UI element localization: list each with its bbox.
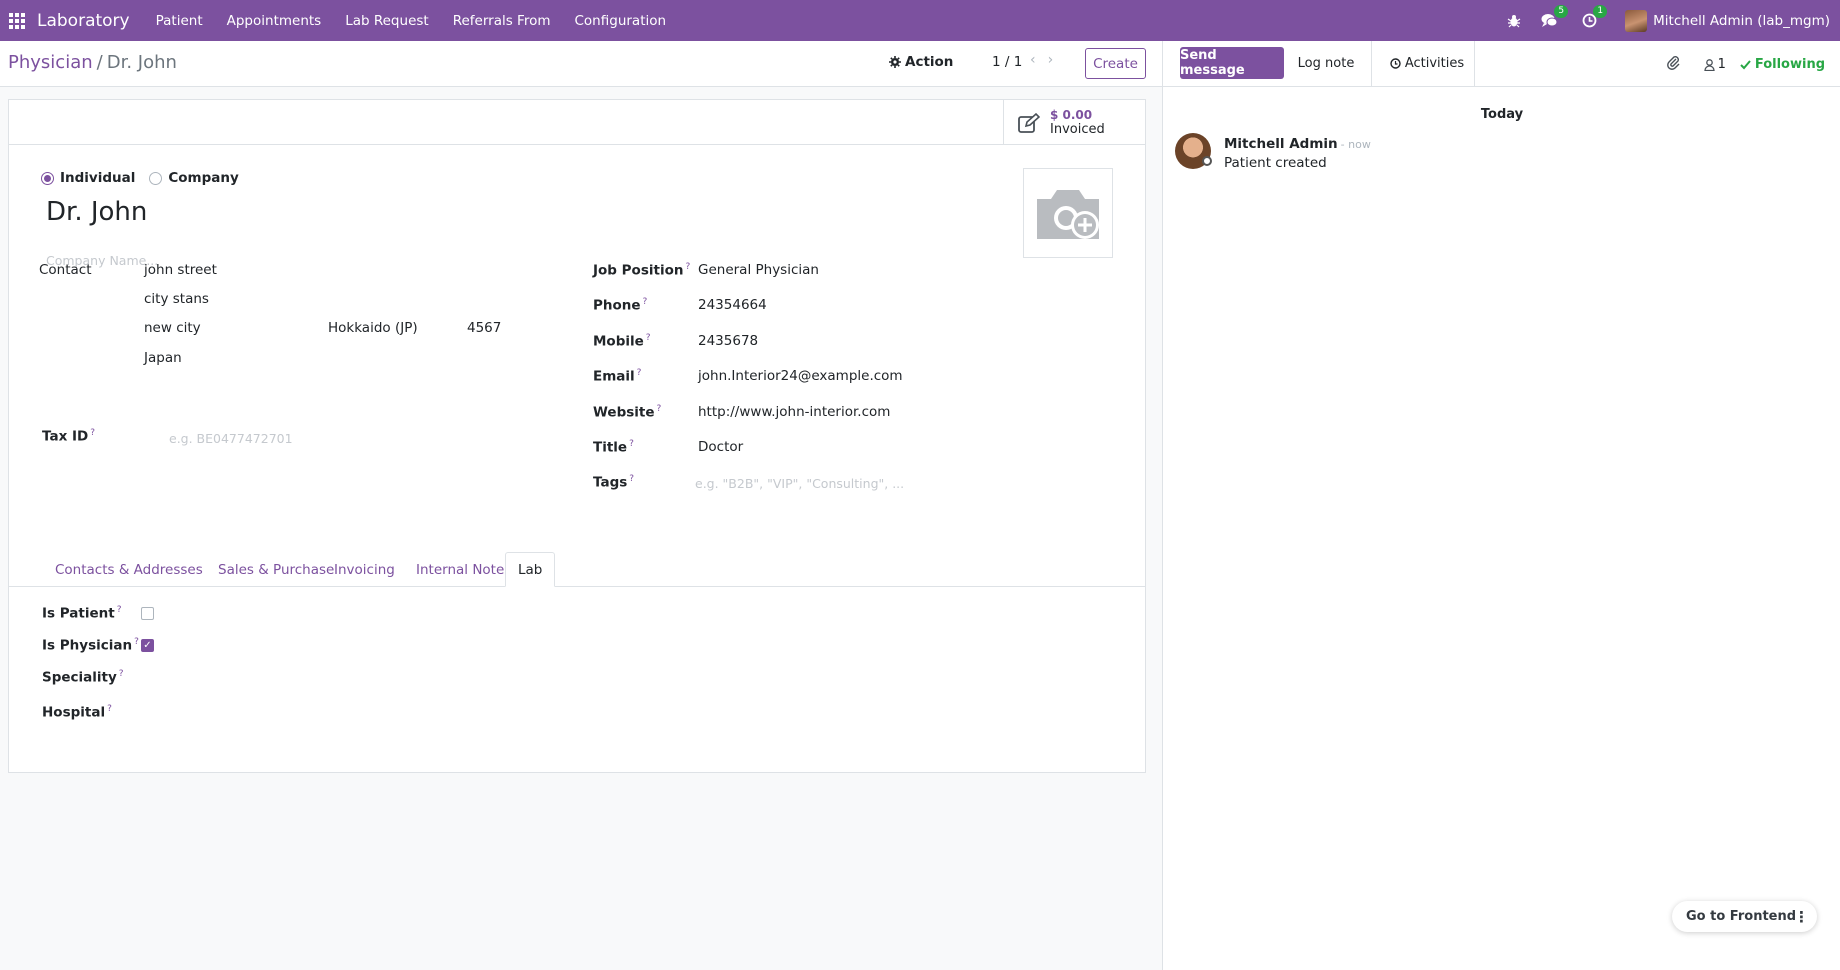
mobile-field[interactable]: 2435678 <box>698 333 758 349</box>
following-button[interactable]: Following <box>1740 57 1825 72</box>
tax-id-label: Tax ID? <box>42 428 95 445</box>
breadcrumb-current: Dr. John <box>106 52 177 73</box>
phone-label: Phone? <box>593 297 648 314</box>
title-label: Title? <box>593 439 634 456</box>
zip-field[interactable]: 4567 <box>467 320 501 336</box>
notebook-tabs: Contacts & Addresses Sales & Purchase In… <box>9 552 1145 587</box>
hospital-label: Hospital? <box>42 704 112 721</box>
check-icon <box>1740 59 1751 69</box>
activities-label: Activities <box>1404 55 1465 71</box>
tab-contacts-addresses[interactable]: Contacts & Addresses <box>43 552 215 587</box>
email-field[interactable]: john.Interior24@example.com <box>698 368 903 384</box>
job-position-label: Job Position? <box>593 262 691 279</box>
menu-patient[interactable]: Patient <box>144 13 215 29</box>
action-label: Action <box>905 54 954 70</box>
menu-lab-request[interactable]: Lab Request <box>333 13 441 29</box>
pager-previous-icon[interactable]: ‹ <box>1030 52 1036 68</box>
tab-lab[interactable]: Lab <box>505 552 556 587</box>
chatter-topbar: Send message Log note Activities 1 Follo… <box>1163 41 1840 87</box>
app-brand[interactable]: Laboratory <box>37 11 130 31</box>
more-options-icon[interactable]: ⋮ <box>1789 904 1814 929</box>
menu-configuration[interactable]: Configuration <box>563 13 679 29</box>
followers-button[interactable]: 1 <box>1703 57 1726 72</box>
activities-button[interactable]: Activities <box>1377 47 1477 79</box>
invoiced-amount: $ 0.00 <box>1050 108 1093 122</box>
messages-badge: 5 <box>1554 5 1569 18</box>
tags-label: Tags? <box>593 474 635 491</box>
presence-indicator-icon <box>1202 156 1212 166</box>
invoiced-stat-button[interactable]: $ 0.00 Invoiced <box>1003 100 1145 145</box>
tags-input[interactable]: e.g. "B2B", "VIP", "Consulting", ... <box>695 476 904 491</box>
clock-icon <box>1390 57 1401 69</box>
image-upload[interactable] <box>1023 168 1113 258</box>
radio-company-label: Company <box>168 170 239 186</box>
mobile-label: Mobile? <box>593 333 651 350</box>
website-label: Website? <box>593 404 662 421</box>
is-patient-label: Is Patient? <box>42 605 122 622</box>
contact-label: Contact <box>39 262 92 278</box>
street2-field[interactable]: city stans <box>144 291 209 307</box>
breadcrumb: Physician / Dr. John <box>8 52 177 73</box>
go-to-frontend-label: Go to Frontend <box>1686 909 1797 924</box>
city-field[interactable]: new city <box>144 320 201 336</box>
job-position-field[interactable]: General Physician <box>698 262 819 278</box>
radio-individual-dot <box>41 171 54 185</box>
user-avatar <box>1625 9 1648 32</box>
apps-grid-icon[interactable] <box>9 12 25 29</box>
pager-value[interactable]: 1 / 1 <box>992 54 1022 70</box>
contact-name-field[interactable]: Dr. John <box>46 197 147 227</box>
log-note-button[interactable]: Log note <box>1291 47 1361 79</box>
is-physician-checkbox[interactable]: ✓ <box>141 639 154 652</box>
radio-company[interactable]: Company <box>149 170 239 186</box>
pencil-square-icon <box>1018 112 1040 133</box>
user-name: Mitchell Admin (lab_mgm) <box>1653 12 1830 29</box>
website-field[interactable]: http://www.john-interior.com <box>698 404 890 420</box>
gear-icon <box>889 56 901 68</box>
date-separator: Today <box>1480 107 1524 122</box>
followers-count: 1 <box>1717 57 1726 72</box>
radio-individual-label: Individual <box>60 170 136 186</box>
menu-referrals-from[interactable]: Referrals From <box>441 13 563 29</box>
camera-add-icon <box>1037 190 1099 239</box>
invoiced-label: Invoiced <box>1050 122 1105 137</box>
paperclip-icon[interactable] <box>1666 55 1680 74</box>
send-message-button[interactable]: Send message <box>1180 47 1284 79</box>
state-field[interactable]: Hokkaido (JP) <box>328 320 418 336</box>
title-field[interactable]: Doctor <box>698 439 743 455</box>
user-icon <box>1703 58 1715 71</box>
following-label: Following <box>1754 57 1825 72</box>
tax-id-input[interactable]: e.g. BE0477472701 <box>169 431 293 446</box>
action-button[interactable]: Action <box>889 54 953 70</box>
email-label: Email? <box>593 368 642 385</box>
phone-field[interactable]: 24354664 <box>698 297 767 313</box>
activities-badge: 1 <box>1593 5 1608 18</box>
messages-icon[interactable]: 5 <box>1541 5 1569 28</box>
breadcrumb-physician-link[interactable]: Physician <box>8 52 93 73</box>
message-author-name[interactable]: Mitchell Admin <box>1224 136 1338 152</box>
menu-appointments[interactable]: Appointments <box>215 13 334 29</box>
message-time: - now <box>1340 138 1371 151</box>
create-button[interactable]: Create <box>1085 48 1146 79</box>
control-panel: Physician / Dr. John Action 1 / 1 ‹ › Crea… <box>0 41 1162 87</box>
street-field[interactable]: john street <box>144 262 217 278</box>
speciality-label: Speciality? <box>42 669 124 686</box>
debug-bug-icon[interactable] <box>1507 14 1521 28</box>
top-navbar: Laboratory Patient Appointments Lab Requ… <box>0 0 1840 41</box>
form-sheet: $ 0.00 Invoiced Individual Company Dr. J… <box>8 99 1146 773</box>
message-body: Patient created <box>1224 155 1327 171</box>
radio-individual[interactable]: Individual <box>41 170 135 186</box>
is-physician-label: Is Physician? <box>42 637 139 654</box>
breadcrumb-separator: / <box>96 52 103 73</box>
tab-invoicing[interactable]: Invoicing <box>322 552 407 587</box>
activities-clock-icon[interactable]: 1 <box>1582 5 1608 28</box>
button-box: $ 0.00 Invoiced <box>9 100 1145 145</box>
user-menu[interactable]: Mitchell Admin (lab_mgm) <box>1625 9 1830 32</box>
message-author: Mitchell Admin - now <box>1224 136 1371 152</box>
radio-company-dot <box>149 171 163 185</box>
pager-next-icon[interactable]: › <box>1048 52 1054 68</box>
is-patient-checkbox[interactable] <box>141 607 154 620</box>
chatter-panel: Send message Log note Activities 1 Follo… <box>1162 41 1840 970</box>
go-to-frontend-button[interactable]: Go to Frontend ⋮ <box>1672 901 1817 932</box>
country-field[interactable]: Japan <box>144 350 182 366</box>
